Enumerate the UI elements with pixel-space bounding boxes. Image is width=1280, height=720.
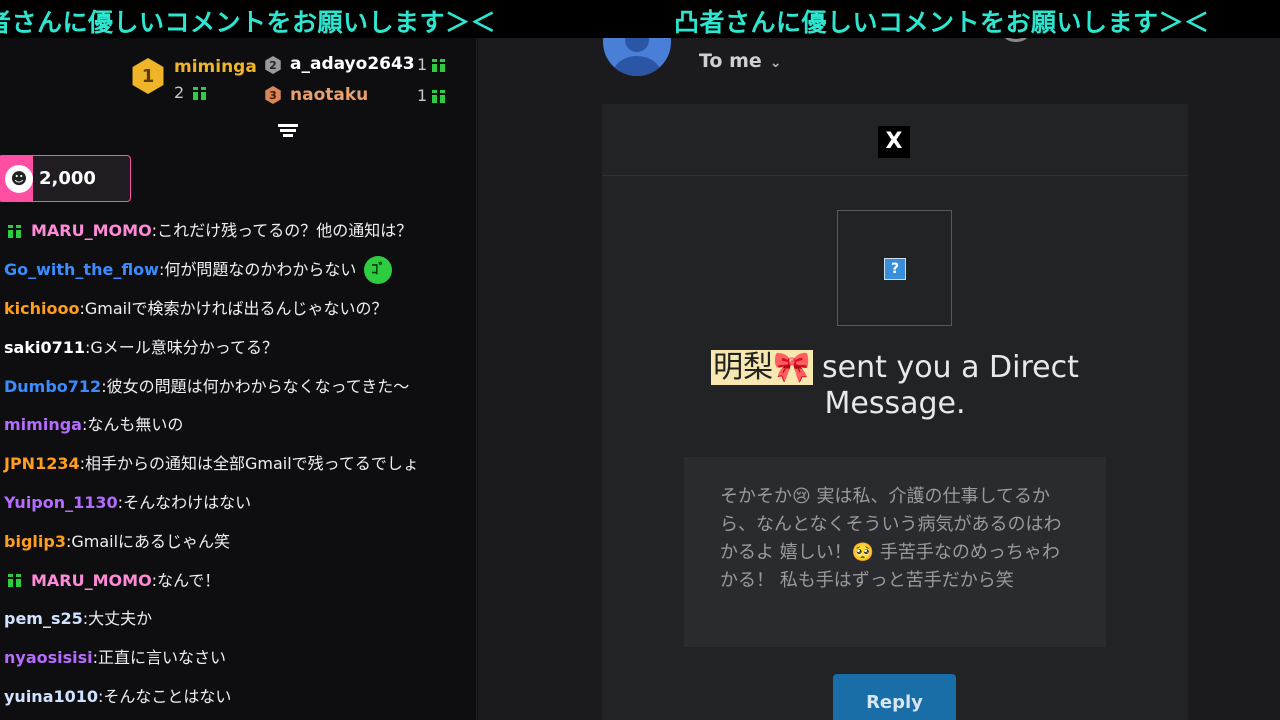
chat-text: 彼女の問題は何かわからなくなってきた〜 <box>106 376 410 396</box>
chat-emote-icon: ｺﾞ <box>364 256 393 285</box>
chat-text: 正直に言いなさい <box>98 648 227 668</box>
gold-medal-icon: 1 <box>132 58 164 94</box>
chat-username[interactable]: JPN1234 <box>4 452 80 476</box>
x-logo-icon: X <box>878 126 910 158</box>
leaderboard-third-name[interactable]: naotaku <box>290 85 368 105</box>
chat-message: pem_s25: 大丈夫か <box>4 600 474 639</box>
collapse-icon[interactable] <box>278 124 298 142</box>
recipient-label: To me <box>699 50 762 72</box>
chat-username[interactable]: pem_s25 <box>4 607 83 631</box>
leaderboard-first-count: 2 <box>174 83 185 102</box>
leaderboard-third-count: 1 <box>417 86 428 105</box>
ticker-text: 凸者さんに優しいコメントをお願いします＞＜ <box>674 8 1210 37</box>
chat-username[interactable]: Yuipon_1130 <box>4 491 118 515</box>
chat-username[interactable]: yuina1010 <box>4 685 98 709</box>
leaderboard-second-name[interactable]: a_adayo2643 <box>290 54 415 74</box>
chevron-down-icon: ⌄ <box>769 55 782 71</box>
chat-username[interactable]: biglip3 <box>4 530 66 554</box>
gift-icon <box>7 222 22 238</box>
profile-image-placeholder: ? <box>837 210 952 326</box>
chat-message: Yuipon_1130: そんなわけはない <box>4 484 474 523</box>
chat-text: Gメール意味分かってる？ <box>90 337 278 357</box>
chat-username[interactable]: nyaosisisi <box>4 646 93 670</box>
pinned-cheer[interactable]: ☻ 2,000 <box>0 155 131 202</box>
chat-text: なんも無いの <box>87 415 184 435</box>
gift-icon <box>7 572 22 588</box>
chat-panel: 1 miminga 2 2 a_adayo2643 1 3 naotaku 1 … <box>0 38 477 720</box>
chat-username[interactable]: kichiooo <box>4 297 79 321</box>
chat-text: 何が問題なのかわからない <box>164 260 357 280</box>
gift-leaderboard: 1 miminga 2 2 a_adayo2643 1 3 naotaku 1 <box>0 38 476 142</box>
leaderboard-second-count: 1 <box>417 55 428 74</box>
leaderboard-first-name[interactable]: miminga <box>174 57 257 77</box>
chat-text: Gmailで検索かければ出るんじゃないの？ <box>84 298 388 318</box>
sender-avatar <box>603 38 671 76</box>
chat-text: これだけ残ってるの？他の通知は？ <box>157 221 413 241</box>
chat-message: biglip3: Gmailにあるじゃん笑 <box>4 522 474 561</box>
chat-message: yuina1010: そんなことはない <box>4 678 474 717</box>
scrolling-ticker: 者さんに優しいコメントをお願いします＞＜ 凸者さんに優しいコメントをお願いします… <box>0 0 1280 38</box>
message-preview: そかそか😢 実は私、介護の仕事してるから、なんとなくそういう病気があるのはわかる… <box>684 457 1106 647</box>
more-icon[interactable] <box>1002 38 1030 42</box>
cheer-amount: 2,000 <box>39 168 96 189</box>
email-view: To me ⌄ X ? 明梨🎀 sent you a Direct Message… <box>478 38 1280 720</box>
chat-username[interactable]: saki0711 <box>4 336 85 360</box>
recipient-dropdown[interactable]: To me ⌄ <box>699 50 782 72</box>
gift-icon <box>431 88 446 103</box>
chat-message: MARU_MOMO: これだけ残ってるの？他の通知は？ <box>4 212 474 251</box>
broken-image-icon: ? <box>884 258 906 280</box>
silver-medal-icon: 2 <box>265 56 281 74</box>
chat-message-list: MARU_MOMO: これだけ残ってるの？他の通知は？ Go_with_the_f… <box>4 212 474 716</box>
email-card: X ? 明梨🎀 sent you a Direct Message. そかそか😢… <box>602 104 1188 720</box>
gift-icon <box>431 57 446 72</box>
cheer-emote-icon: ☻ <box>5 164 33 193</box>
chat-username[interactable]: miminga <box>4 413 82 437</box>
ticker-text: 者さんに優しいコメントをお願いします＞＜ <box>0 8 497 37</box>
dm-headline-text: sent you a Direct <box>812 350 1079 385</box>
chat-message: MARU_MOMO: なんで！ <box>4 561 474 600</box>
email-card-header: X <box>602 104 1188 176</box>
chat-username[interactable]: Dumbo712 <box>4 375 101 399</box>
dm-headline-line2: Message. <box>824 386 966 421</box>
chat-message: Dumbo712: 彼女の問題は何かわからなくなってきた〜 <box>4 367 474 406</box>
sender-name: 明梨🎀 <box>711 350 813 385</box>
chat-message: saki0711: Gメール意味分かってる？ <box>4 328 474 367</box>
chat-message: nyaosisisi: 正直に言いなさい <box>4 639 474 678</box>
chat-text: なんで！ <box>157 570 221 590</box>
gift-icon <box>192 85 207 100</box>
chat-username[interactable]: MARU_MOMO <box>31 219 152 243</box>
chat-text: そんなわけはない <box>123 492 252 512</box>
chat-message: JPN1234: 相手からの通知は全部Gmailで残ってるでしょ <box>4 445 474 484</box>
reply-button[interactable]: Reply <box>833 674 956 720</box>
dm-headline: 明梨🎀 sent you a Direct <box>602 342 1188 386</box>
chat-message: miminga: なんも無いの <box>4 406 474 445</box>
chat-username[interactable]: MARU_MOMO <box>31 569 152 593</box>
chat-text: Gmailにあるじゃん笑 <box>71 531 231 551</box>
chat-message: kichiooo: Gmailで検索かければ出るんじゃないの？ <box>4 290 474 329</box>
chat-message: Go_with_the_flow: 何が問題なのかわからない ｺﾞ <box>4 251 474 290</box>
bronze-medal-icon: 3 <box>265 86 281 104</box>
chat-text: 大丈夫か <box>88 609 153 629</box>
chat-username[interactable]: Go_with_the_flow <box>4 258 159 282</box>
chat-text: そんなことはない <box>103 686 232 706</box>
chat-text: 相手からの通知は全部Gmailで残ってるでしょ <box>85 454 419 474</box>
